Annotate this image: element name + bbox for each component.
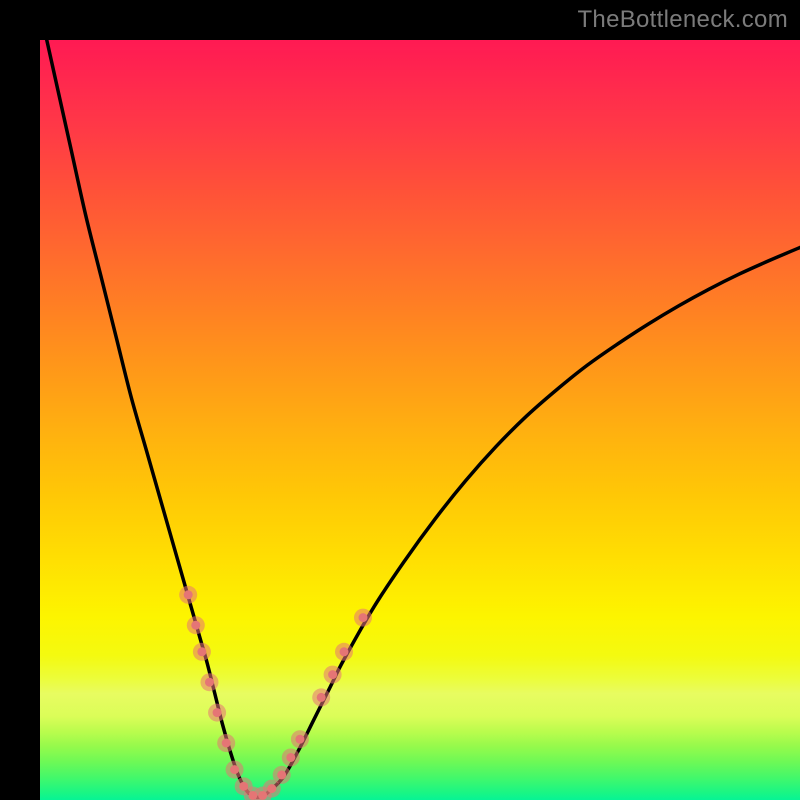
data-marker-core (340, 647, 349, 656)
watermark-text: TheBottleneck.com (577, 6, 788, 34)
data-marker-core (213, 708, 222, 717)
data-marker-core (359, 613, 368, 622)
chart-svg (40, 40, 800, 800)
data-marker-core (328, 670, 337, 679)
data-marker-core (197, 647, 206, 656)
marker-layer (179, 586, 372, 800)
data-marker-core (267, 784, 276, 793)
data-marker-core (184, 590, 193, 599)
data-marker-core (295, 735, 304, 744)
data-marker-core (286, 753, 295, 762)
bottleneck-curve (40, 40, 800, 797)
data-marker-core (317, 693, 326, 702)
data-marker-core (205, 678, 214, 687)
data-marker-core (230, 765, 239, 774)
plot-area (40, 40, 800, 800)
data-marker-core (222, 739, 231, 748)
data-marker-core (277, 770, 286, 779)
app-frame: TheBottleneck.com (0, 0, 800, 800)
data-marker-core (191, 621, 200, 630)
